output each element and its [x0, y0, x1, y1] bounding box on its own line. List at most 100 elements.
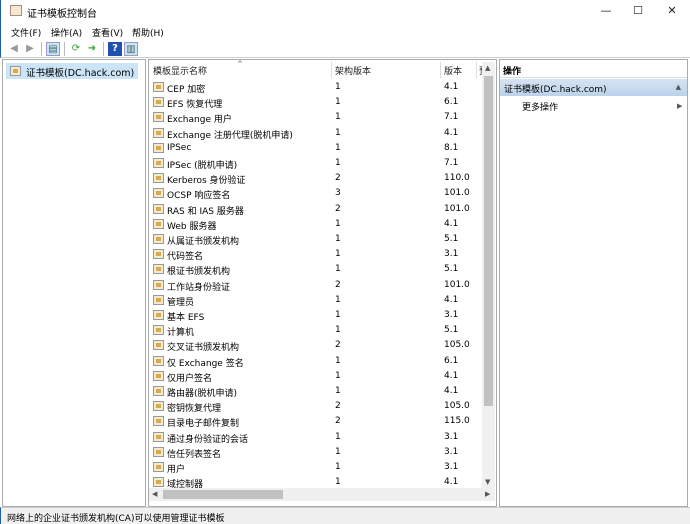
certificate-template-icon [153, 325, 164, 336]
menu-bar: 文件(F) 操作(A) 查看(V) 帮助(H) [0, 22, 690, 40]
horizontal-scrollbar[interactable]: ◀ ▶ [149, 488, 495, 501]
certificate-template-icon [153, 142, 164, 153]
more-actions-item[interactable]: 更多操作 [522, 100, 558, 113]
certificate-template-icon [153, 279, 164, 290]
certificate-template-icon [153, 370, 164, 381]
template-name: 信任列表签名 [167, 449, 222, 460]
table-row[interactable]: 计算机 1 5.1 [149, 323, 484, 338]
template-version: 3.1 [444, 310, 459, 320]
table-row[interactable]: Exchange 注册代理(脱机申请) 1 4.1 [149, 126, 484, 141]
table-row[interactable]: Exchange 用户 1 7.1 [149, 110, 484, 125]
forward-icon[interactable]: ▶ [23, 42, 37, 56]
table-row[interactable]: Kerberos 身份验证 2 110.0 [149, 171, 484, 186]
table-row[interactable]: 仅 Exchange 签名 1 6.1 [149, 354, 484, 369]
table-row[interactable]: 管理员 1 4.1 [149, 293, 484, 308]
column-header-schema-version[interactable]: 架构版本 [335, 64, 371, 77]
table-row[interactable]: 仅用户签名 1 4.1 [149, 369, 484, 384]
column-header-version[interactable]: 版本 [444, 64, 462, 77]
template-name: 基本 EFS [167, 313, 205, 323]
template-version: 105.0 [444, 401, 470, 412]
certificate-template-icon [10, 66, 21, 76]
schema-version: 1 [335, 446, 341, 457]
schema-version: 1 [335, 294, 341, 305]
template-version: 3.1 [444, 249, 459, 260]
table-row[interactable]: 目录电子邮件复制 2 115.0 [149, 414, 484, 429]
menu-action[interactable]: 操作(A) [51, 26, 82, 39]
minimize-button[interactable]: — [591, 2, 621, 20]
template-name: 密钥恢复代理 [167, 404, 222, 415]
certificate-template-icon [153, 97, 164, 108]
export-list-icon[interactable]: ➜ [85, 42, 99, 56]
certificate-template-icon [153, 112, 164, 123]
app-icon [10, 5, 22, 16]
window-title: 证书模板控制台 [27, 9, 97, 20]
help-icon[interactable]: ? [108, 42, 122, 56]
collapse-icon[interactable]: ▲ [676, 83, 681, 91]
template-version: 101.0 [444, 203, 470, 214]
vertical-scrollbar[interactable]: ▲ ▼ [482, 62, 495, 488]
template-name: IPSec [167, 142, 192, 153]
close-button[interactable]: ✕ [657, 2, 687, 20]
tree-item-label: 证书模板(DC.hack.com) [26, 68, 135, 79]
show-hide-action-pane-icon[interactable]: ▥ [124, 42, 138, 56]
template-version: 3.1 [444, 446, 459, 457]
table-row[interactable]: 信任列表签名 1 3.1 [149, 445, 484, 460]
maximize-button[interactable]: ☐ [623, 2, 653, 20]
table-row[interactable]: 根证书颁发机构 1 5.1 [149, 262, 484, 277]
certificate-template-icon [153, 477, 164, 488]
tree-item-certificate-templates[interactable]: 证书模板(DC.hack.com) [6, 63, 139, 79]
menu-view[interactable]: 查看(V) [92, 26, 123, 39]
schema-version: 1 [335, 431, 341, 442]
template-version: 4.1 [444, 370, 459, 381]
table-row[interactable]: 从属证书颁发机构 1 5.1 [149, 232, 484, 247]
vertical-scroll-thumb[interactable] [484, 76, 493, 406]
certificate-template-icon [153, 386, 164, 396]
column-header-name[interactable]: 模板显示名称 [153, 64, 207, 77]
certificate-template-icon [153, 188, 164, 199]
table-row[interactable]: 工作站身份验证 2 101.0 [149, 278, 484, 293]
table-row[interactable]: 路由器(脱机申请) 1 4.1 [149, 384, 484, 399]
certificate-template-icon [153, 310, 164, 320]
template-name: Exchange 注册代理(脱机申请) [167, 130, 293, 141]
template-version: 4.1 [444, 218, 459, 229]
table-row[interactable]: 通过身份验证的会话 1 3.1 [149, 430, 484, 445]
template-version: 4.1 [444, 386, 459, 396]
certificate-template-icon [153, 218, 164, 229]
template-version: 5.1 [444, 234, 459, 244]
actions-section-certificate-templates[interactable]: 证书模板(DC.hack.com) ▲ [500, 79, 687, 96]
horizontal-scroll-thumb[interactable] [163, 490, 283, 499]
table-row[interactable]: 基本 EFS 1 3.1 [149, 308, 484, 323]
table-row[interactable]: IPSec (脱机申请) 1 7.1 [149, 156, 484, 171]
actions-section-label: 证书模板(DC.hack.com) [504, 85, 607, 95]
table-row[interactable]: IPSec 1 8.1 [149, 141, 484, 156]
sort-ascending-icon: ^ [237, 60, 243, 68]
table-row[interactable]: 代码签名 1 3.1 [149, 247, 484, 262]
template-version: 3.1 [444, 431, 459, 442]
menu-help[interactable]: 帮助(H) [132, 26, 164, 39]
menu-file[interactable]: 文件(F) [11, 26, 41, 39]
table-row[interactable]: Web 服务器 1 4.1 [149, 217, 484, 232]
show-hide-tree-icon[interactable]: ▤ [46, 42, 60, 56]
table-row[interactable]: CEP 加密 1 4.1 [149, 80, 484, 95]
table-row[interactable]: OCSP 响应签名 3 101.0 [149, 186, 484, 201]
schema-version: 2 [335, 173, 341, 184]
title-bar: 证书模板控制台 — ☐ ✕ [0, 0, 690, 22]
refresh-icon[interactable]: ⟳ [69, 42, 83, 56]
template-name: 仅 Exchange 签名 [167, 358, 244, 369]
back-icon[interactable]: ◀ [7, 42, 21, 56]
template-name: RAS 和 IAS 服务器 [167, 206, 244, 217]
table-row[interactable]: 交叉证书颁发机构 2 105.0 [149, 338, 484, 353]
table-row[interactable]: 用户 1 3.1 [149, 460, 484, 475]
schema-version: 1 [335, 158, 341, 168]
template-version: 115.0 [444, 416, 470, 427]
template-name: 通过身份验证的会话 [167, 434, 249, 445]
template-name: 代码签名 [167, 252, 204, 263]
template-name: IPSec (脱机申请) [167, 161, 238, 171]
template-version: 8.1 [444, 142, 459, 153]
certificate-template-icon [153, 340, 164, 351]
console-tree: 证书模板(DC.hack.com) [2, 59, 146, 507]
table-row[interactable]: RAS 和 IAS 服务器 2 101.0 [149, 202, 484, 217]
table-row[interactable]: EFS 恢复代理 1 6.1 [149, 95, 484, 110]
schema-version: 1 [335, 97, 341, 108]
table-row[interactable]: 密钥恢复代理 2 105.0 [149, 399, 484, 414]
